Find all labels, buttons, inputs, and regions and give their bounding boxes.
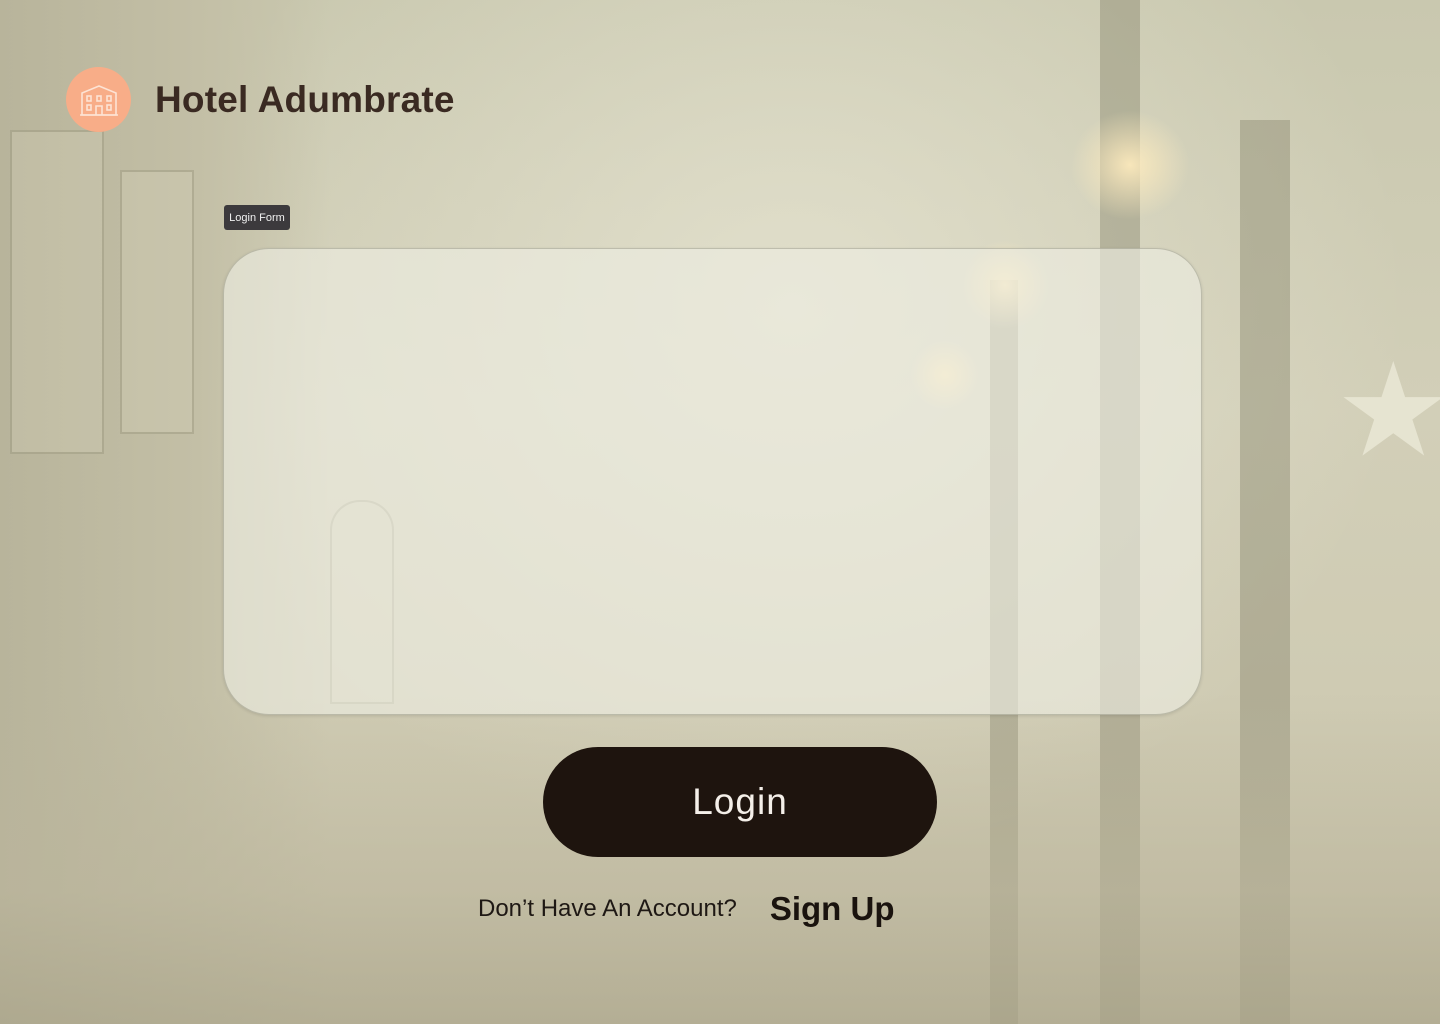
brand-header: Hotel Adumbrate [66, 67, 455, 132]
signup-prompt: Don’t Have An Account? [478, 895, 737, 922]
signup-row: Don’t Have An Account? Sign Up [478, 890, 895, 928]
hotel-building-icon [66, 67, 131, 132]
signup-link[interactable]: Sign Up [770, 890, 895, 928]
login-button[interactable]: Login [543, 747, 937, 857]
login-form-panel [223, 248, 1202, 715]
login-form-tag: Login Form [224, 205, 290, 230]
hotel-name: Hotel Adumbrate [155, 78, 455, 120]
